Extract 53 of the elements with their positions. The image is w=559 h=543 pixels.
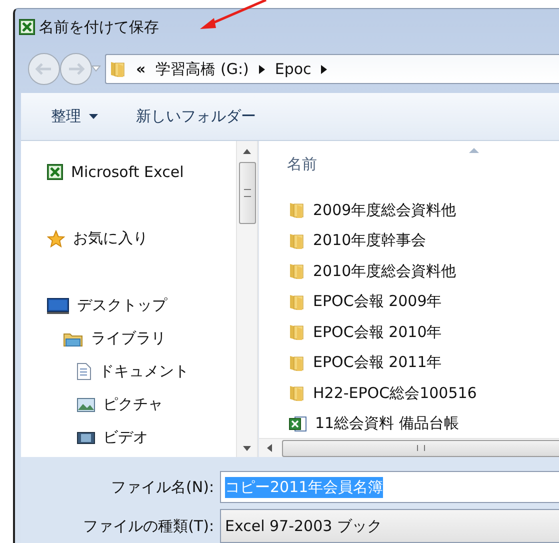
library-folder-icon bbox=[63, 330, 83, 346]
scroll-up-arrow-icon[interactable] bbox=[243, 149, 251, 154]
file-item[interactable]: EPOC会報 2010年 bbox=[289, 317, 559, 348]
column-header[interactable]: 名前 bbox=[287, 154, 317, 174]
folder-icon bbox=[289, 232, 305, 250]
breadcrumb-arrow-icon[interactable] bbox=[258, 64, 265, 74]
folder-icon bbox=[289, 292, 305, 311]
vertical-scrollbar[interactable] bbox=[236, 141, 258, 457]
file-item[interactable]: EPOC会報 2011年 bbox=[289, 348, 559, 378]
folder-icon bbox=[289, 384, 305, 402]
folder-icon bbox=[289, 201, 305, 220]
document-icon bbox=[77, 363, 91, 380]
star-icon bbox=[47, 230, 65, 248]
organize-menu-button[interactable]: 整理 bbox=[45, 103, 104, 130]
nav-item[interactable]: ライブラリ bbox=[21, 322, 236, 355]
sort-arrow-icon bbox=[469, 148, 479, 153]
nav-item[interactable]: ピクチャ bbox=[21, 388, 236, 421]
folder-icon bbox=[289, 354, 305, 372]
nav-item[interactable]: ビデオ bbox=[21, 421, 236, 454]
toolbar-button[interactable]: 新しいフォルダー bbox=[130, 103, 262, 130]
scroll-left-arrow-icon[interactable] bbox=[267, 444, 272, 452]
file-item[interactable]: 11総会資料 備品台帳 bbox=[289, 408, 559, 438]
picture-icon bbox=[77, 398, 95, 412]
breadcrumb-item[interactable]: 学習高橋 (G:) bbox=[156, 60, 249, 78]
spreadsheet-file-icon bbox=[289, 416, 307, 432]
folder-icon bbox=[289, 323, 305, 342]
nav-item[interactable]: お気に入り bbox=[21, 222, 236, 255]
excel-icon bbox=[47, 164, 63, 180]
monitor-icon bbox=[47, 298, 69, 314]
file-item[interactable]: H22-EPOC総会100516 bbox=[289, 378, 559, 408]
window-title: 名前を付けて保存 bbox=[39, 18, 159, 36]
horizontal-scrollbar[interactable] bbox=[259, 438, 559, 457]
file-name-label: ファイル名(N): bbox=[110, 478, 214, 496]
file-type-label: ファイルの種類(T): bbox=[82, 516, 214, 536]
film-icon bbox=[77, 432, 95, 444]
scroll-down-arrow-icon[interactable] bbox=[243, 446, 251, 451]
folder-icon bbox=[289, 262, 305, 280]
file-type-dropdown[interactable]: Excel 97-2003 ブック bbox=[220, 509, 559, 543]
nav-item[interactable]: デスクトップ bbox=[21, 289, 236, 322]
caret-icon[interactable] bbox=[89, 114, 98, 119]
file-item[interactable]: EPOC会報 2009年 bbox=[289, 286, 559, 317]
breadcrumb-item[interactable]: Epoc bbox=[274, 60, 312, 78]
excel-icon bbox=[19, 19, 35, 35]
breadcrumb-overflow[interactable]: « bbox=[136, 60, 146, 78]
file-item[interactable]: 2010年度総会資料他 bbox=[289, 256, 559, 286]
nav-item[interactable]: ドキュメント bbox=[21, 355, 236, 388]
breadcrumb-arrow-icon[interactable] bbox=[321, 64, 328, 74]
nav-item[interactable]: Microsoft Excel bbox=[21, 155, 236, 188]
address-bar[interactable]: « 学習高橋 (G:) Epoc bbox=[105, 54, 559, 84]
file-item[interactable]: 2009年度総会資料他 bbox=[289, 195, 559, 226]
folder-icon bbox=[110, 60, 126, 78]
file-item[interactable]: 2010年度幹事会 bbox=[289, 226, 559, 256]
annotation-arrow bbox=[198, 0, 268, 32]
